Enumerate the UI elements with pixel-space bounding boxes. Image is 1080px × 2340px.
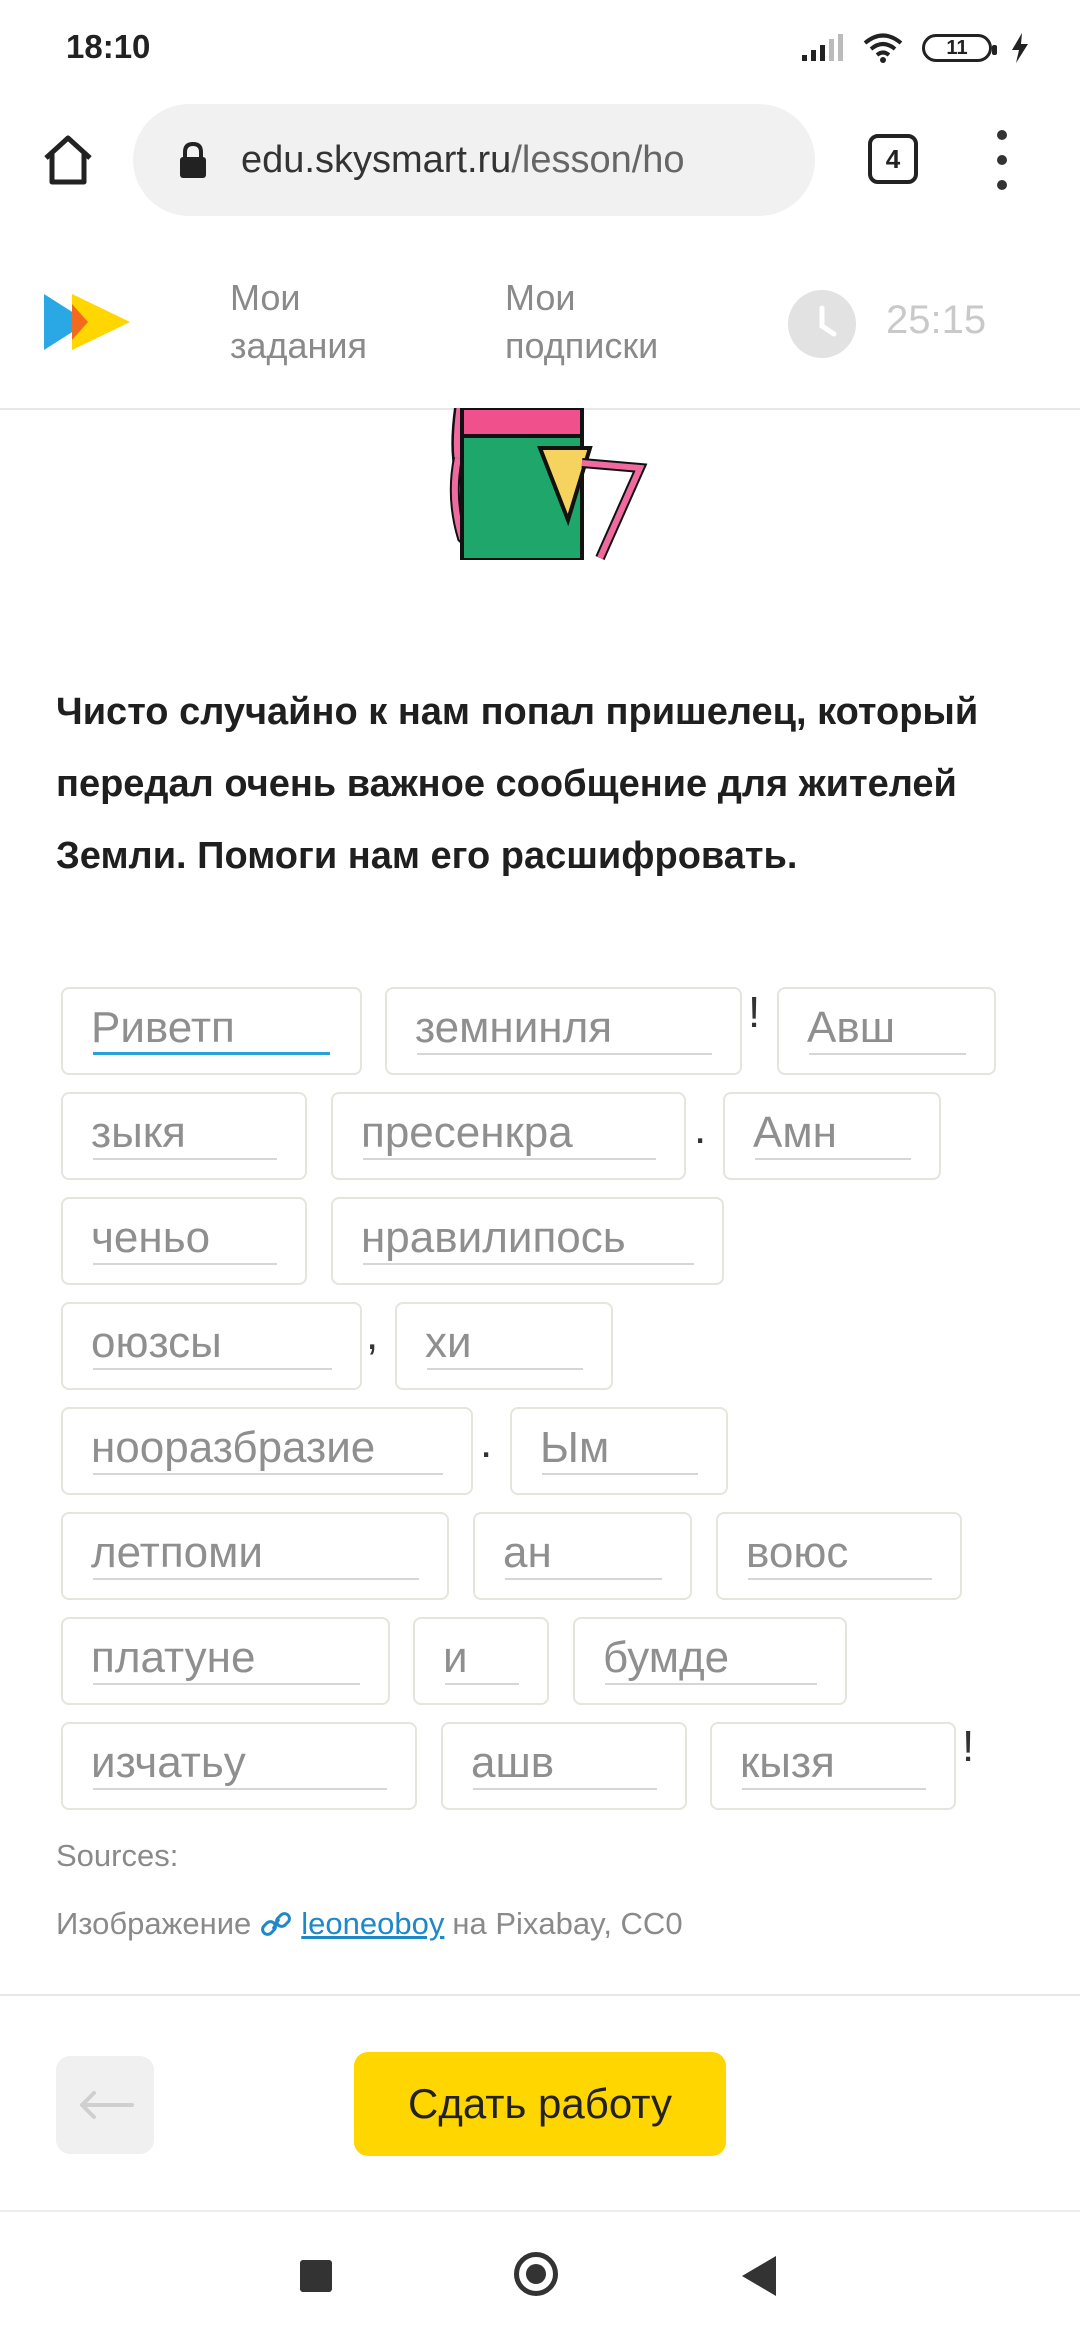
home-nav-icon[interactable]: [514, 2252, 558, 2296]
status-bar: 18:10 11: [0, 0, 1080, 96]
back-nav-icon[interactable]: [742, 2256, 776, 2296]
overflow-menu-icon[interactable]: [990, 130, 1014, 190]
word-field[interactable]: летпоми: [61, 1512, 449, 1600]
attribution-suffix: на Pixabay, CC0: [452, 1906, 683, 1941]
nav-my-tasks[interactable]: Мои задания: [230, 274, 367, 370]
status-icons: 11: [800, 28, 1030, 68]
battery-icon: 11: [922, 34, 997, 62]
word-field[interactable]: воюс: [716, 1512, 962, 1600]
word-text: Ым: [540, 1423, 610, 1472]
word-field[interactable]: изчатьу: [61, 1722, 417, 1810]
word-text: оюзсы: [91, 1318, 222, 1367]
word-text: летпоми: [91, 1528, 263, 1577]
site-header: Мои задания Мои подписки 25:15: [0, 234, 1080, 410]
address-bar[interactable]: edu.skysmart.ru/lesson/ho: [133, 104, 815, 216]
word-field[interactable]: ченьо: [61, 1197, 307, 1285]
word-field[interactable]: и: [413, 1617, 549, 1705]
status-time: 18:10: [66, 28, 151, 65]
word-field[interactable]: нооразбразие: [61, 1407, 473, 1495]
word-text: бумде: [603, 1633, 730, 1682]
author-link[interactable]: leoneoboy: [301, 1906, 444, 1942]
word-field[interactable]: Риветп: [61, 987, 362, 1075]
browser-toolbar: edu.skysmart.ru/lesson/ho 4: [0, 96, 1080, 236]
back-button[interactable]: [56, 2056, 154, 2154]
word-field[interactable]: зыкя: [61, 1092, 307, 1180]
word-field[interactable]: бумде: [573, 1617, 847, 1705]
charging-icon: [1012, 33, 1028, 63]
battery-level: 11: [946, 36, 968, 59]
lock-icon: [180, 141, 206, 178]
punctuation-mark: ,: [366, 1310, 379, 1359]
url-path: /lesson/ho: [511, 138, 685, 181]
word-text: зыкя: [91, 1108, 186, 1157]
word-field[interactable]: земнинля: [385, 987, 742, 1075]
word-text: и: [443, 1633, 468, 1682]
word-field[interactable]: нравилипось: [331, 1197, 724, 1285]
word-field[interactable]: кызя: [710, 1722, 956, 1810]
clock-icon: [788, 290, 856, 358]
word-field[interactable]: хи: [395, 1302, 613, 1390]
tab-count: 4: [885, 143, 901, 174]
punctuation-mark: !: [748, 988, 761, 1037]
word-text: ашв: [471, 1738, 555, 1787]
sources-label: Sources:: [56, 1838, 179, 1873]
word-text: ан: [503, 1528, 552, 1577]
attribution-prefix: Изображение: [56, 1906, 252, 1941]
punctuation-mark: !: [962, 1722, 975, 1771]
wifi-icon: [863, 33, 903, 63]
system-navigation-bar: [0, 2212, 1080, 2340]
word-field[interactable]: Авш: [777, 987, 996, 1075]
skysmart-logo[interactable]: [42, 290, 134, 354]
word-text: ченьо: [91, 1213, 211, 1262]
word-text: пресенкра: [361, 1108, 573, 1157]
url-text: edu.skysmart.ru/lesson/ho: [241, 139, 781, 182]
word-text: платуне: [91, 1633, 256, 1682]
home-icon[interactable]: [38, 130, 98, 190]
word-field[interactable]: ашв: [441, 1722, 687, 1810]
link-icon: [261, 1912, 292, 1936]
word-text: Риветп: [91, 1003, 235, 1052]
recent-apps-icon[interactable]: [300, 2260, 332, 2292]
tab-switcher-button[interactable]: 4: [868, 134, 918, 184]
image-attribution: Изображение leoneoboy на Pixabay, CC0: [56, 1906, 683, 1942]
punctuation-mark: .: [694, 1104, 707, 1153]
word-text: Амн: [753, 1108, 837, 1157]
word-field[interactable]: оюзсы: [61, 1302, 362, 1390]
word-text: воюс: [746, 1528, 849, 1577]
word-field[interactable]: ан: [473, 1512, 692, 1600]
arrow-left-icon: [80, 2091, 134, 2119]
url-domain: edu.skysmart.ru: [241, 138, 512, 181]
task-description: Чисто случайно к нам попал пришелец, кот…: [56, 691, 979, 877]
word-text: нооразбразие: [91, 1423, 376, 1472]
punctuation-mark: .: [480, 1418, 493, 1467]
signal-icon: [802, 34, 843, 61]
word-text: Авш: [807, 1003, 896, 1052]
word-text: кызя: [740, 1738, 835, 1787]
word-field[interactable]: Амн: [723, 1092, 941, 1180]
active-underline: [93, 1052, 330, 1055]
submit-work-button[interactable]: Сдать работу: [354, 2052, 726, 2156]
word-text: хи: [425, 1318, 472, 1367]
word-text: нравилипось: [361, 1213, 626, 1262]
word-field[interactable]: пресенкра: [331, 1092, 686, 1180]
word-text: изчатьу: [91, 1738, 246, 1787]
nav-my-subscriptions[interactable]: Мои подписки: [505, 274, 658, 370]
footer-divider: [0, 1994, 1080, 1996]
word-field[interactable]: платуне: [61, 1617, 390, 1705]
word-field[interactable]: Ым: [510, 1407, 728, 1495]
word-text: земнинля: [415, 1003, 613, 1052]
timer-text: 25:15: [886, 298, 987, 342]
alien-illustration: [380, 408, 730, 560]
